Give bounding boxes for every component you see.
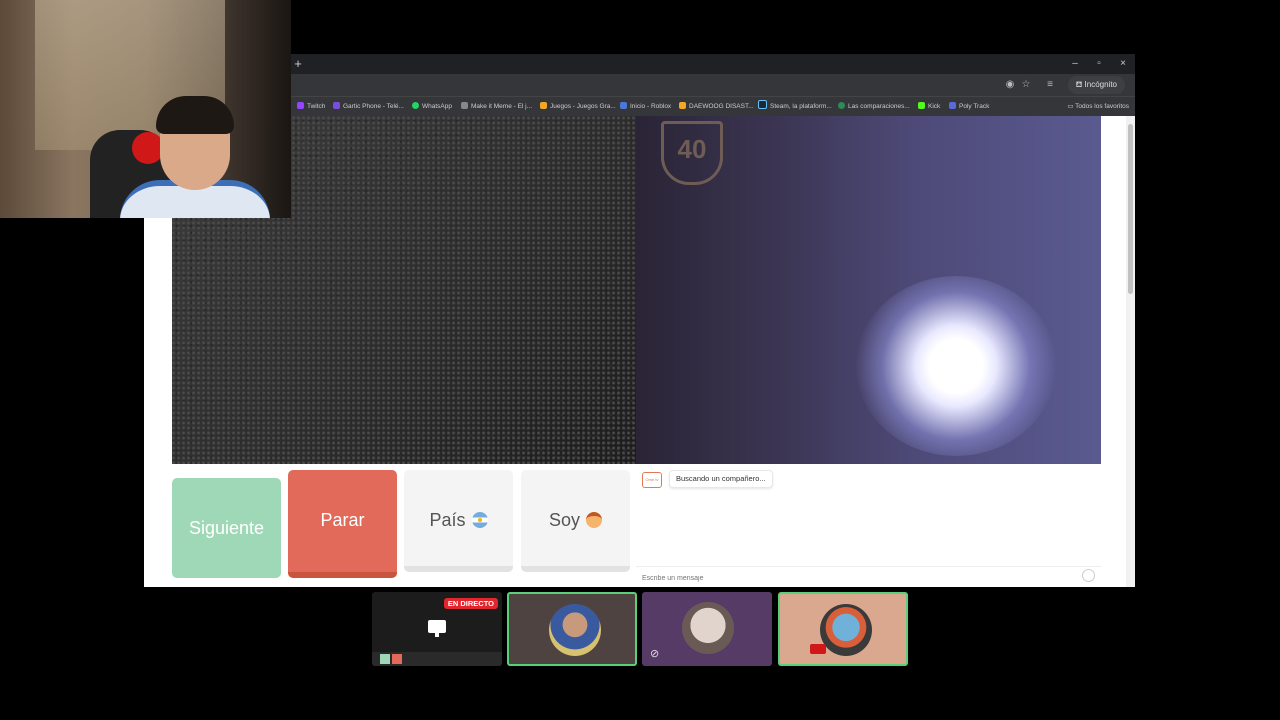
avatar-badge bbox=[810, 644, 826, 654]
steam-icon bbox=[758, 100, 767, 109]
folder-icon: ▭ bbox=[1067, 103, 1076, 110]
kick-icon bbox=[918, 102, 925, 109]
streamer-webcam bbox=[0, 0, 291, 218]
light-glare bbox=[856, 276, 1056, 456]
bookmark-label: DAEWOOG DISAST... bbox=[689, 103, 754, 110]
gender-button[interactable]: Soy bbox=[521, 470, 630, 572]
avatar bbox=[549, 604, 601, 656]
bookmark-make-it-meme[interactable]: Make it Meme - El j... bbox=[461, 100, 532, 114]
argentina-flag-icon bbox=[471, 512, 488, 528]
participant-tile-2[interactable] bbox=[507, 592, 637, 666]
bookmark-roblox[interactable]: Inicio - Roblox bbox=[620, 100, 671, 114]
chat-input-bar bbox=[636, 566, 1101, 586]
stop-button-label: Parar bbox=[320, 510, 365, 530]
page-scrollbar[interactable] bbox=[1126, 116, 1135, 587]
preview-block bbox=[392, 654, 402, 664]
avatar bbox=[820, 604, 872, 656]
preview-block bbox=[380, 654, 390, 664]
bookmark-label: Kick bbox=[928, 103, 941, 110]
browser-titlebar bbox=[291, 54, 1135, 74]
screen-preview-strip bbox=[372, 652, 502, 666]
comparaciones-icon bbox=[838, 102, 845, 109]
mic-muted-icon: ⊘ bbox=[650, 648, 660, 660]
bookmark-label: Juegos - Juegos Gra... bbox=[550, 103, 616, 110]
incognito-indicator[interactable]: ⛾ Incógnito bbox=[1067, 76, 1125, 94]
bookmark-kick[interactable]: Kick bbox=[918, 100, 940, 114]
bookmark-steam[interactable]: Steam, la plataform... bbox=[758, 100, 832, 114]
media-icon[interactable]: ≡ bbox=[1043, 78, 1057, 92]
screen-share-icon bbox=[428, 620, 446, 637]
bookmark-label: Poly Track bbox=[959, 103, 990, 110]
address-bar[interactable] bbox=[291, 76, 991, 92]
next-button-label: Siguiente bbox=[188, 518, 265, 538]
poly-track-icon bbox=[949, 102, 956, 109]
bookmark-gartic-phone[interactable]: Gartic Phone - Telé... bbox=[333, 100, 404, 114]
crown-icon bbox=[679, 102, 686, 109]
incognito-icon: ⛾ bbox=[1075, 80, 1085, 89]
star-icon[interactable]: ☆ bbox=[1019, 78, 1033, 92]
bookmark-label: Gartic Phone - Telé... bbox=[343, 103, 404, 110]
minimize-button[interactable]: – bbox=[1063, 54, 1087, 74]
participant-tile-3[interactable]: ⊘ bbox=[642, 592, 772, 666]
new-tab-button[interactable]: + bbox=[291, 54, 305, 74]
all-bookmarks-label: Todos los favoritos bbox=[1075, 103, 1129, 110]
bookmark-label: Twitch bbox=[307, 103, 326, 110]
bookmark-label: WhatsApp bbox=[422, 103, 452, 110]
next-button[interactable]: Siguiente bbox=[172, 478, 281, 578]
ometv-logo: Ome tv bbox=[642, 472, 662, 488]
participant-tile-4[interactable] bbox=[778, 592, 908, 666]
stop-button[interactable]: Parar bbox=[288, 470, 397, 578]
whatsapp-icon bbox=[412, 102, 419, 109]
partner-video-feed: 40 bbox=[636, 116, 1101, 464]
emoji-icon[interactable] bbox=[1082, 569, 1095, 582]
country-button-label: País bbox=[429, 510, 466, 530]
wall-sign: 40 bbox=[661, 121, 723, 185]
bookmark-label: Inicio - Roblox bbox=[630, 103, 672, 110]
bookmarks-bar: Twitch Gartic Phone - Telé... WhatsApp M… bbox=[291, 96, 1135, 117]
crown-icon bbox=[540, 102, 547, 109]
browser-window: + – ▫ × ◉ ☆ ≡ ⛾ Incógnito Twitch Gartic … bbox=[144, 54, 1135, 587]
gartic-icon bbox=[333, 102, 340, 109]
web-page: 40 Siguiente Parar País Soy Ome tv Busca… bbox=[144, 116, 1126, 587]
country-button[interactable]: País bbox=[404, 470, 513, 572]
roblox-icon bbox=[620, 102, 627, 109]
chat-panel: Ome tv Buscando un compañero... bbox=[636, 464, 1101, 586]
boy-emoji-icon bbox=[586, 512, 603, 528]
close-window-button[interactable]: × bbox=[1111, 54, 1135, 74]
twitch-icon bbox=[297, 102, 304, 109]
bookmark-label: Steam, la plataform... bbox=[770, 103, 832, 110]
scroll-thumb[interactable] bbox=[1128, 124, 1133, 294]
gender-button-label: Soy bbox=[548, 510, 581, 530]
incognito-label: Incógnito bbox=[1084, 80, 1117, 89]
restore-button[interactable]: ▫ bbox=[1087, 54, 1111, 74]
live-badge: EN DIRECTO bbox=[443, 598, 498, 609]
all-bookmarks-button[interactable]: ▭ Todos los favoritos bbox=[1067, 100, 1129, 114]
bookmark-label: Make it Meme - El j... bbox=[471, 103, 533, 110]
avatar bbox=[682, 602, 734, 654]
bookmark-twitch[interactable]: Twitch bbox=[297, 100, 325, 114]
meme-icon bbox=[461, 102, 468, 109]
bookmark-daewoog[interactable]: DAEWOOG DISAST... bbox=[679, 100, 754, 114]
eye-off-icon[interactable]: ◉ bbox=[1003, 78, 1017, 92]
bookmark-whatsapp[interactable]: WhatsApp bbox=[412, 100, 452, 114]
message-input[interactable] bbox=[636, 571, 1068, 586]
bookmark-poly-track[interactable]: Poly Track bbox=[949, 100, 989, 114]
participant-tile-screen-share[interactable]: EN DIRECTO bbox=[372, 592, 502, 666]
bookmark-juegos[interactable]: Juegos - Juegos Gra... bbox=[540, 100, 616, 114]
bookmark-comparaciones[interactable]: Las comparaciones... bbox=[838, 100, 910, 114]
chat-status-message: Buscando un compañero... bbox=[669, 470, 773, 488]
browser-toolbar: ◉ ☆ ≡ ⛾ Incógnito bbox=[291, 74, 1135, 96]
streamer-hair bbox=[156, 96, 234, 134]
bookmark-label: Las comparaciones... bbox=[848, 103, 910, 110]
